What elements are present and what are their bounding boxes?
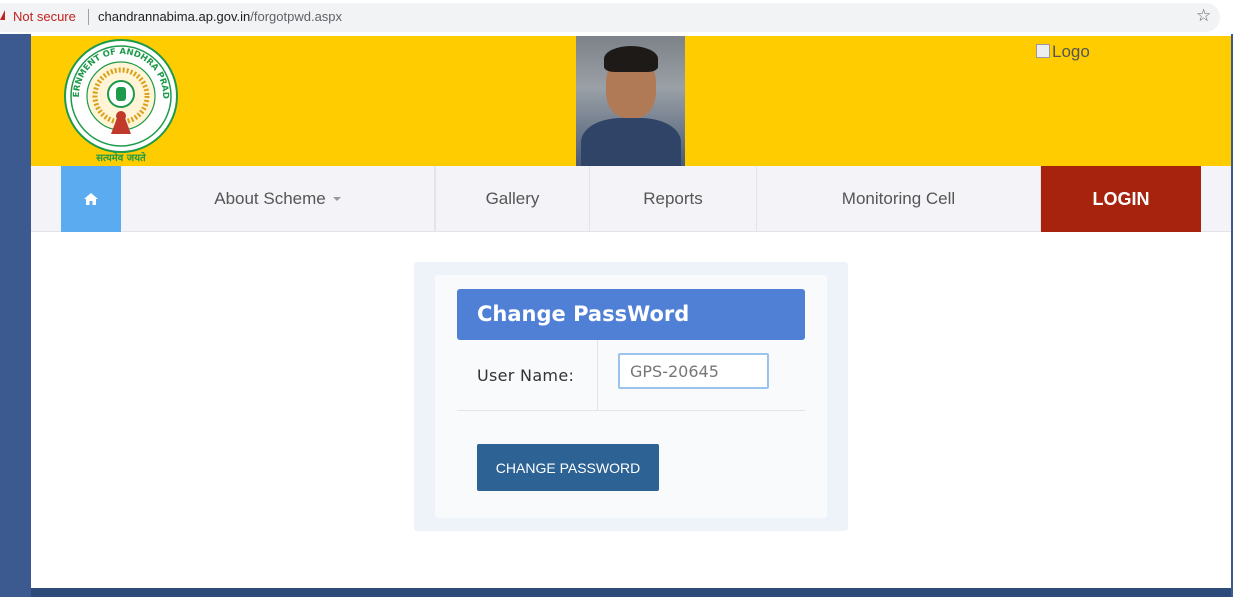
login-button[interactable]: LOGIN [1041,166,1201,232]
username-label: User Name: [477,366,575,385]
broken-image-icon [1036,44,1050,58]
change-password-button[interactable]: CHANGE PASSWORD [477,444,659,491]
main-nav: About Scheme Gallery Reports Monitoring … [31,166,1231,232]
footer-bar [31,588,1231,597]
logo-alt-text: Logo [1052,42,1090,61]
nav-reports[interactable]: Reports [590,166,757,232]
nav-monitoring-cell[interactable]: Monitoring Cell [757,166,1041,232]
username-input[interactable] [618,353,769,389]
photo-hair [604,46,658,72]
omnibox-separator [88,9,89,25]
warning-icon [0,10,5,20]
nav-reports-label: Reports [643,189,703,208]
emblem-motto: सत्यमेव जयते [95,151,147,163]
photo-shirt [581,118,681,166]
nav-about-scheme[interactable]: About Scheme [121,166,435,232]
logo-image: Logo [1036,42,1090,62]
site-header: GOVERNMENT OF ANDHRA PRADESH सत्यमेव जयत… [31,36,1231,166]
andhra-pradesh-emblem: GOVERNMENT OF ANDHRA PRADESH सत्यमेव जयत… [61,38,178,163]
row-divider [597,340,598,410]
nav-about-scheme-label: About Scheme [214,189,326,208]
username-row: User Name: [457,340,805,411]
nav-gallery[interactable]: Gallery [435,166,590,232]
bookmark-star-icon[interactable]: ☆ [1196,6,1211,26]
url-host: chandrannabima.ap.gov.in [98,9,251,24]
security-label[interactable]: Not secure [13,9,76,24]
login-label: LOGIN [1092,188,1150,209]
page-left-border [0,34,31,597]
home-icon [84,193,98,205]
nav-monitoring-cell-label: Monitoring Cell [841,189,956,208]
chief-minister-photo [576,36,685,166]
caret-down-icon [332,197,341,201]
nav-home-button[interactable] [61,166,121,232]
nav-gallery-label: Gallery [485,189,540,208]
browser-address-bar: Not secure chandrannabima.ap.gov.in/forg… [0,0,1233,34]
panel-title: Change PassWord [457,289,805,340]
url-text[interactable]: chandrannabima.ap.gov.in/forgotpwd.aspx [98,9,342,24]
url-path: /forgotpwd.aspx [250,9,343,24]
